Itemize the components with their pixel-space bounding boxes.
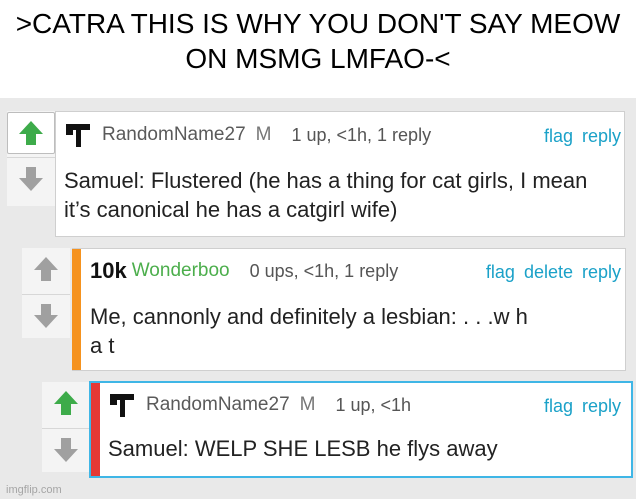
comment-text: Samuel: WELP SHE LESB he flys away [108, 436, 498, 461]
flag-link[interactable]: flag [544, 396, 573, 417]
flag-link[interactable]: flag [486, 262, 515, 283]
vote-column [7, 111, 55, 206]
comment-meta: 0 ups, <1h, 1 reply [249, 260, 399, 281]
meme-title: >CATRA THIS IS WHY YOU DON'T SAY MEOW ON… [15, 8, 621, 74]
reply-link[interactable]: reply [582, 396, 621, 417]
vote-column [42, 382, 90, 472]
down-arrow-icon [19, 167, 43, 191]
username[interactable]: RandomName27 [102, 124, 246, 146]
flag-link[interactable]: flag [544, 126, 573, 147]
upvote-button[interactable] [22, 248, 70, 290]
downvote-button[interactable] [7, 157, 55, 200]
mod-badge: M [255, 124, 272, 145]
comment-meta: 1 up, <1h, 1 reply [291, 124, 432, 145]
delete-link[interactable]: delete [524, 262, 573, 283]
upvote-button[interactable] [7, 112, 55, 154]
username[interactable]: RandomName27 [146, 394, 290, 416]
up-arrow-icon [19, 121, 43, 145]
comment-stripe [72, 249, 81, 370]
upvote-button[interactable] [42, 382, 90, 424]
username[interactable]: Wonderboo [132, 260, 230, 282]
vote-column [22, 248, 70, 338]
down-arrow-icon [34, 304, 58, 328]
reply-link[interactable]: reply [582, 262, 621, 283]
mod-badge: M [299, 394, 316, 415]
downvote-button[interactable] [42, 428, 90, 471]
comment-meta: 1 up, <1h [335, 394, 412, 415]
up-arrow-icon [34, 257, 58, 281]
hammer-icon [66, 124, 90, 147]
up-arrow-icon [54, 391, 78, 415]
down-arrow-icon [54, 438, 78, 462]
hammer-icon [110, 394, 134, 417]
watermark: imgflip.com [6, 484, 62, 496]
user-points-badge: 10k [90, 258, 127, 283]
downvote-button[interactable] [22, 294, 70, 337]
reply-link[interactable]: reply [582, 126, 621, 147]
comment-stripe [91, 383, 100, 476]
comment-text: Samuel: Flustered (he has a thing for ca… [64, 168, 588, 222]
comment-text: Me, cannonly and definitely a lesbian: .… [90, 304, 528, 358]
